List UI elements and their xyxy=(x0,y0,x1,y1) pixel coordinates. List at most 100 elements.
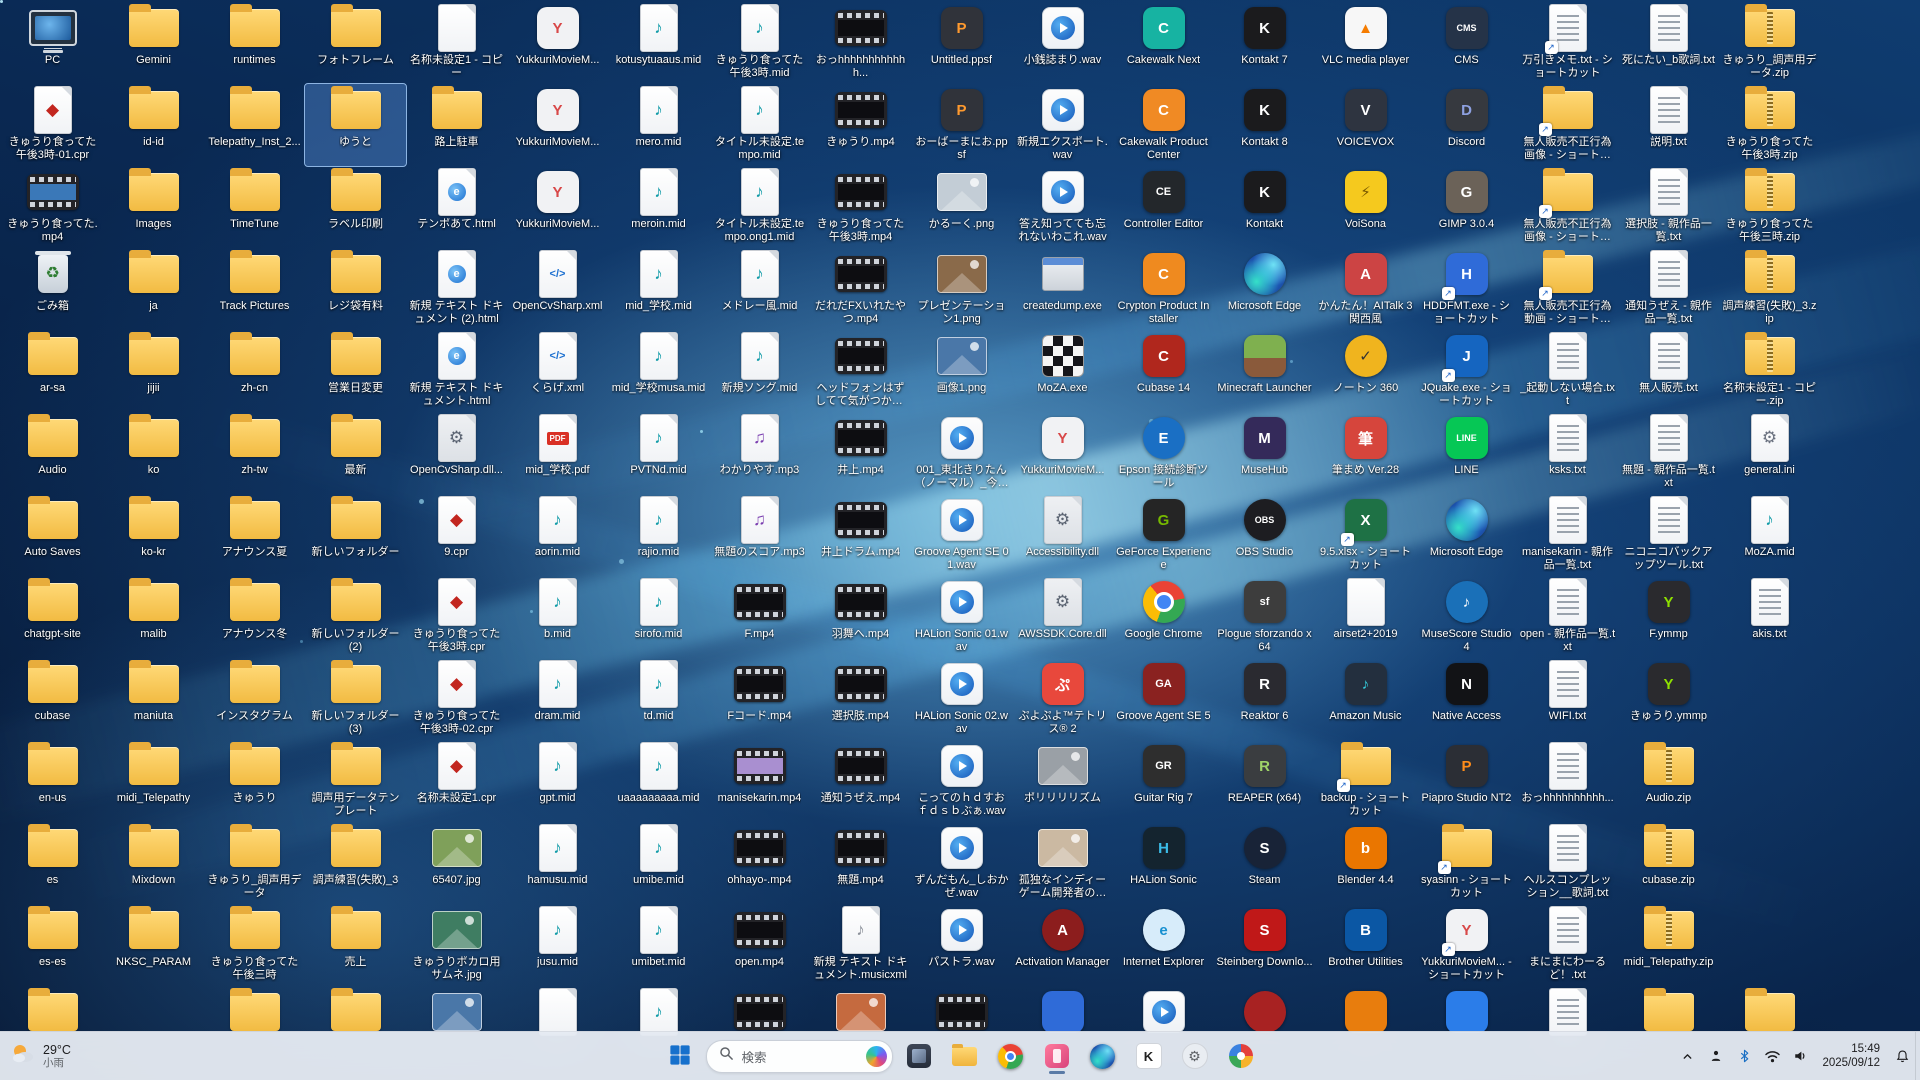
desktop-icon[interactable]: ♪ PVTNd.mid xyxy=(608,412,709,494)
desktop-icon[interactable]: </> OpenCvSharp.xml xyxy=(507,248,608,330)
desktop-icon[interactable]: きゅうり食ってた午後三時 xyxy=(204,904,305,986)
desktop-icon[interactable]: 調声練習(失敗)_3 xyxy=(305,822,406,904)
desktop-icon[interactable]: ⚙ general.ini xyxy=(1719,412,1820,494)
taskbar-app-ai-assistant[interactable] xyxy=(1221,1036,1261,1076)
taskbar-app-file-explorer[interactable] xyxy=(945,1036,985,1076)
desktop-icon[interactable]: </> くらげ.xml xyxy=(507,330,608,412)
desktop-icon[interactable]: ♪ dram.mid xyxy=(507,658,608,740)
desktop-icon[interactable]: ♪ umibet.mid xyxy=(608,904,709,986)
desktop-icon[interactable]: S Steinberg Downlo... xyxy=(1214,904,1315,986)
desktop-icon[interactable]: ♪ 新規 テキスト ドキュメント.musicxml xyxy=(810,904,911,986)
desktop-icon[interactable]: open - 親作品一覧.txt xyxy=(1517,576,1618,658)
desktop-icon[interactable]: H ↗ HDDFMT.exe - ショートカット xyxy=(1416,248,1517,330)
desktop-icon[interactable]: Audio.zip xyxy=(1618,740,1719,822)
desktop-icon[interactable]: P Untitled.ppsf xyxy=(911,2,1012,84)
desktop-icon[interactable]: ずんだもん_しおかぜ.wav xyxy=(911,822,1012,904)
desktop-icon[interactable]: ◆ きゅうり食ってた午後3時.cpr xyxy=(406,576,507,658)
desktop-icon[interactable]: 無人販売.txt xyxy=(1618,330,1719,412)
desktop-icon[interactable]: ar-sa xyxy=(2,330,103,412)
desktop-icon[interactable]: sf Plogue sforzando x64 xyxy=(1214,576,1315,658)
desktop-icon[interactable]: Y YukkuriMovieM... xyxy=(1012,412,1113,494)
desktop-icon[interactable]: N Native Access xyxy=(1416,658,1517,740)
desktop-icon[interactable]: Audio xyxy=(2,412,103,494)
desktop-icon[interactable]: C Crypton Product Installer xyxy=(1113,248,1214,330)
accessibility-icon[interactable] xyxy=(1704,1041,1728,1071)
desktop-icon[interactable]: V VOICEVOX xyxy=(1315,84,1416,166)
taskbar-app-google-chrome[interactable] xyxy=(991,1036,1031,1076)
desktop-icon[interactable]: cubase.zip xyxy=(1618,822,1719,904)
desktop-icon[interactable]: 小銭誌まり.wav xyxy=(1012,2,1113,84)
desktop-icon[interactable]: Gemini xyxy=(103,2,204,84)
bluetooth-icon[interactable] xyxy=(1732,1041,1756,1071)
desktop-icon[interactable]: P おーばーまにお.ppsf xyxy=(911,84,1012,166)
desktop-icon[interactable]: ♪ sirofo.mid xyxy=(608,576,709,658)
desktop-icon[interactable]: Minecraft Launcher xyxy=(1214,330,1315,412)
desktop-icon[interactable]: C Cubase 14 xyxy=(1113,330,1214,412)
desktop-icon[interactable]: B Brother Utilities xyxy=(1315,904,1416,986)
desktop-icon[interactable]: ♪ タイトル未設定.tempo.mid xyxy=(709,84,810,166)
desktop-icon[interactable]: R Reaktor 6 xyxy=(1214,658,1315,740)
desktop-icon[interactable]: 営業日変更 xyxy=(305,330,406,412)
desktop-icon[interactable]: ◆ きゅうり食ってた午後3時-01.cpr xyxy=(2,84,103,166)
desktop-icon[interactable]: cubase xyxy=(2,658,103,740)
taskbar-app-pinned-app-1[interactable] xyxy=(899,1036,939,1076)
desktop-icon[interactable]: ラベル印刷 xyxy=(305,166,406,248)
desktop-icon[interactable]: G GIMP 3.0.4 xyxy=(1416,166,1517,248)
desktop-icon[interactable]: Track Pictures xyxy=(204,248,305,330)
desktop-icon[interactable]: Y YukkuriMovieM... xyxy=(507,84,608,166)
desktop-icon[interactable]: Auto Saves xyxy=(2,494,103,576)
desktop-icon[interactable]: ♪ mid_学校.mid xyxy=(608,248,709,330)
desktop-icon[interactable]: Microsoft Edge xyxy=(1416,494,1517,576)
desktop-icon[interactable]: 調声練習(失敗)_3.zip xyxy=(1719,248,1820,330)
desktop-icon[interactable]: 新しいフォルダー (3) xyxy=(305,658,406,740)
desktop-icon[interactable]: ♪ gpt.mid xyxy=(507,740,608,822)
desktop-icon[interactable]: e 新規 テキスト ドキュメント (2).html xyxy=(406,248,507,330)
desktop-icon[interactable]: ko xyxy=(103,412,204,494)
desktop-icon[interactable]: ◆ 9.cpr xyxy=(406,494,507,576)
desktop-icon[interactable]: Telepathy_Inst_2... xyxy=(204,84,305,166)
desktop-icon[interactable]: G GeForce Experience xyxy=(1113,494,1214,576)
desktop-icon[interactable]: ヘルスコンプレッション__歌詞.txt xyxy=(1517,822,1618,904)
start-button[interactable] xyxy=(660,1036,700,1076)
desktop-icon[interactable]: 最新 xyxy=(305,412,406,494)
desktop-icon[interactable]: フォトフレーム xyxy=(305,2,406,84)
desktop-icon[interactable]: M MuseHub xyxy=(1214,412,1315,494)
desktop-icon[interactable]: ♪ b.mid xyxy=(507,576,608,658)
desktop-icon[interactable]: 新しいフォルダー (2) xyxy=(305,576,406,658)
desktop-icon[interactable]: 答え知ってても忘れないわこれ.wav xyxy=(1012,166,1113,248)
desktop-icon[interactable]: CMS CMS xyxy=(1416,2,1517,84)
desktop-icon[interactable]: おっhhhhhhhhhhhh... xyxy=(810,2,911,84)
desktop-icon[interactable]: レジ袋有料 xyxy=(305,248,406,330)
desktop-icon[interactable]: ♫ わかりやす.mp3 xyxy=(709,412,810,494)
desktop-icon[interactable]: open.mp4 xyxy=(709,904,810,986)
desktop-icon[interactable]: ♫ 無題のスコア.mp3 xyxy=(709,494,810,576)
tray-overflow-button[interactable] xyxy=(1674,1041,1700,1071)
desktop-icon[interactable]: きゅうり食ってた午後三時.zip xyxy=(1719,166,1820,248)
desktop-icon[interactable]: ポリリリリズム xyxy=(1012,740,1113,822)
desktop-icon[interactable]: manisekarin.mp4 xyxy=(709,740,810,822)
desktop-icon[interactable]: ⚙ Accessibility.dll xyxy=(1012,494,1113,576)
desktop-icon[interactable]: jijii xyxy=(103,330,204,412)
desktop-icon[interactable]: おっhhhhhhhhhh... xyxy=(1517,740,1618,822)
desktop-icon[interactable]: ♪ Amazon Music xyxy=(1315,658,1416,740)
weather-widget[interactable]: 29°C 小雨 xyxy=(10,1041,71,1072)
desktop-icon[interactable]: K Kontakt 7 xyxy=(1214,2,1315,84)
desktop-icon[interactable]: Y F.ymmp xyxy=(1618,576,1719,658)
desktop-icon[interactable]: _起動しない場合.txt xyxy=(1517,330,1618,412)
desktop-icon[interactable]: ↗無人販売不正行為画像 - ショートカッ... xyxy=(1517,84,1618,166)
desktop-icon[interactable]: WIFI.txt xyxy=(1517,658,1618,740)
desktop-icon[interactable]: Mixdown xyxy=(103,822,204,904)
desktop-icon[interactable]: ♪ meroin.mid xyxy=(608,166,709,248)
desktop-icon[interactable]: こってのｈｄすおｆｄｓｂぶぁ.wav xyxy=(911,740,1012,822)
desktop-icon[interactable]: MoZA.exe xyxy=(1012,330,1113,412)
desktop-icon[interactable]: インスタグラム xyxy=(204,658,305,740)
desktop-icon[interactable]: es xyxy=(2,822,103,904)
desktop-icon[interactable]: ↗無人販売不正行為動画 - ショートカット xyxy=(1517,248,1618,330)
desktop-icon[interactable]: P Piapro Studio NT2 xyxy=(1416,740,1517,822)
desktop-icon[interactable]: ぷぷよぷよ™テトリス® 2 xyxy=(1012,658,1113,740)
desktop-icon[interactable]: ♪ jusu.mid xyxy=(507,904,608,986)
desktop-icon[interactable]: GA Groove Agent SE 5 xyxy=(1113,658,1214,740)
desktop-icon[interactable]: ⚙ OpenCvSharp.dll... xyxy=(406,412,507,494)
desktop-icon[interactable]: HALion Sonic 02.wav xyxy=(911,658,1012,740)
desktop-icon[interactable]: 売上 xyxy=(305,904,406,986)
